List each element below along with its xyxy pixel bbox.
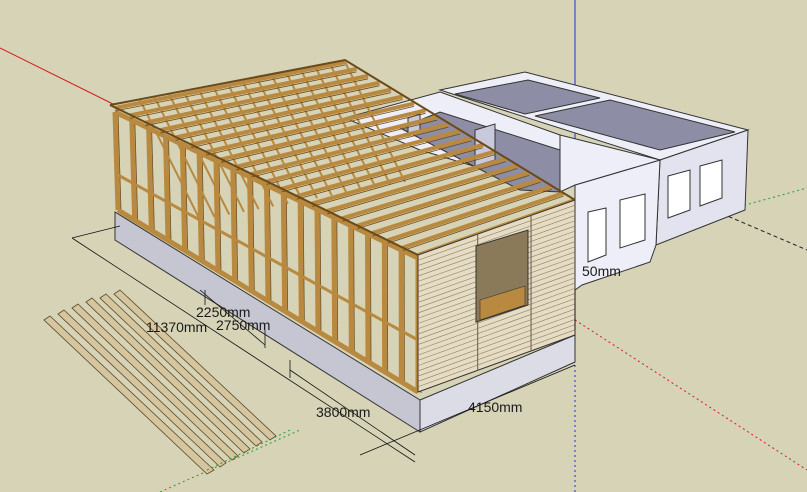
wall-stud: [280, 193, 288, 312]
wall-stud: [196, 152, 204, 261]
wall-stud: [331, 217, 338, 342]
roof-joist: [356, 170, 530, 228]
wall-stud: [297, 201, 304, 322]
dimension-label-4150[interactable]: 4150mm: [468, 400, 522, 414]
wall-stud: [112, 111, 121, 211]
dimension-label-11370[interactable]: 11370mm: [146, 320, 207, 334]
wall-stud: [179, 144, 188, 251]
dimension-label-3800[interactable]: 3800mm: [316, 405, 370, 419]
roof-joist: [114, 60, 346, 110]
wall-stud: [129, 120, 138, 221]
wall-stud: [314, 209, 321, 332]
sketchup-viewport[interactable]: 2250mm 2750mm 11370mm 3800mm 4150mm 50mm: [0, 0, 807, 492]
wall-stud: [230, 168, 238, 281]
roof-joist: [129, 66, 357, 118]
wall-stud: [146, 128, 154, 231]
red-axis: [0, 47, 116, 106]
red-axis-hidden: [574, 319, 807, 471]
wall-stud: [365, 233, 371, 362]
wall-stud: [264, 184, 271, 302]
dimension-label-partial[interactable]: 50mm: [582, 264, 621, 278]
model-scene[interactable]: [0, 0, 807, 492]
dimension-label-2750[interactable]: 2750mm: [216, 318, 270, 332]
wall-stud: [213, 160, 221, 271]
wall-stud: [348, 225, 354, 352]
